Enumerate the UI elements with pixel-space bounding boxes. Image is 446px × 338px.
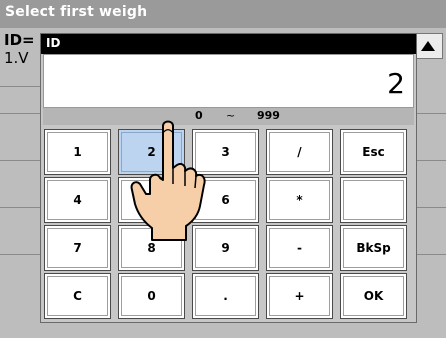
- divider: [0, 254, 40, 255]
- divider: [0, 86, 40, 87]
- key-8[interactable]: 8: [118, 225, 185, 271]
- triangle-up-icon: [421, 41, 435, 51]
- key-minus[interactable]: -: [266, 225, 333, 271]
- background-line-2: 1.V: [4, 49, 29, 67]
- scroll-up-button[interactable]: [413, 33, 443, 59]
- key-9[interactable]: 9: [192, 225, 259, 271]
- background-id-label: ID=: [4, 31, 35, 49]
- divider: [0, 207, 40, 208]
- key-blank[interactable]: [340, 177, 407, 223]
- numeric-keypad-dialog: ID 2 0 ~ 999 1 2 3 / Esc 4 5 6 * 7 8 9 -…: [40, 33, 417, 323]
- key-2[interactable]: 2: [118, 129, 185, 175]
- dialog-titlebar: ID: [41, 34, 416, 54]
- key-4[interactable]: 4: [44, 177, 111, 223]
- key-plus[interactable]: +: [266, 273, 333, 319]
- range-min: 0: [195, 109, 203, 122]
- key-slash[interactable]: /: [266, 129, 333, 175]
- dialog-title: ID: [46, 36, 61, 50]
- key-backspace[interactable]: BkSp: [340, 225, 407, 271]
- key-6[interactable]: 6: [192, 177, 259, 223]
- value-range: 0 ~ 999: [43, 108, 414, 125]
- key-star[interactable]: *: [266, 177, 333, 223]
- value-display: 2: [43, 54, 414, 108]
- key-3[interactable]: 3: [192, 129, 259, 175]
- key-7[interactable]: 7: [44, 225, 111, 271]
- divider: [0, 160, 40, 161]
- key-esc[interactable]: Esc: [340, 129, 407, 175]
- window-titlebar: Select first weigh: [0, 0, 446, 28]
- key-1[interactable]: 1: [44, 129, 111, 175]
- value-display-text: 2: [387, 67, 405, 100]
- range-separator: ~: [226, 109, 236, 122]
- range-max: 999: [257, 109, 280, 122]
- key-clear[interactable]: C: [44, 273, 111, 319]
- key-0[interactable]: 0: [118, 273, 185, 319]
- key-dot[interactable]: .: [192, 273, 259, 319]
- key-5[interactable]: 5: [118, 177, 185, 223]
- window-title: Select first weigh: [5, 4, 148, 20]
- divider: [0, 113, 40, 114]
- key-ok[interactable]: OK: [340, 273, 407, 319]
- background-record: ID= 1.V: [4, 31, 35, 67]
